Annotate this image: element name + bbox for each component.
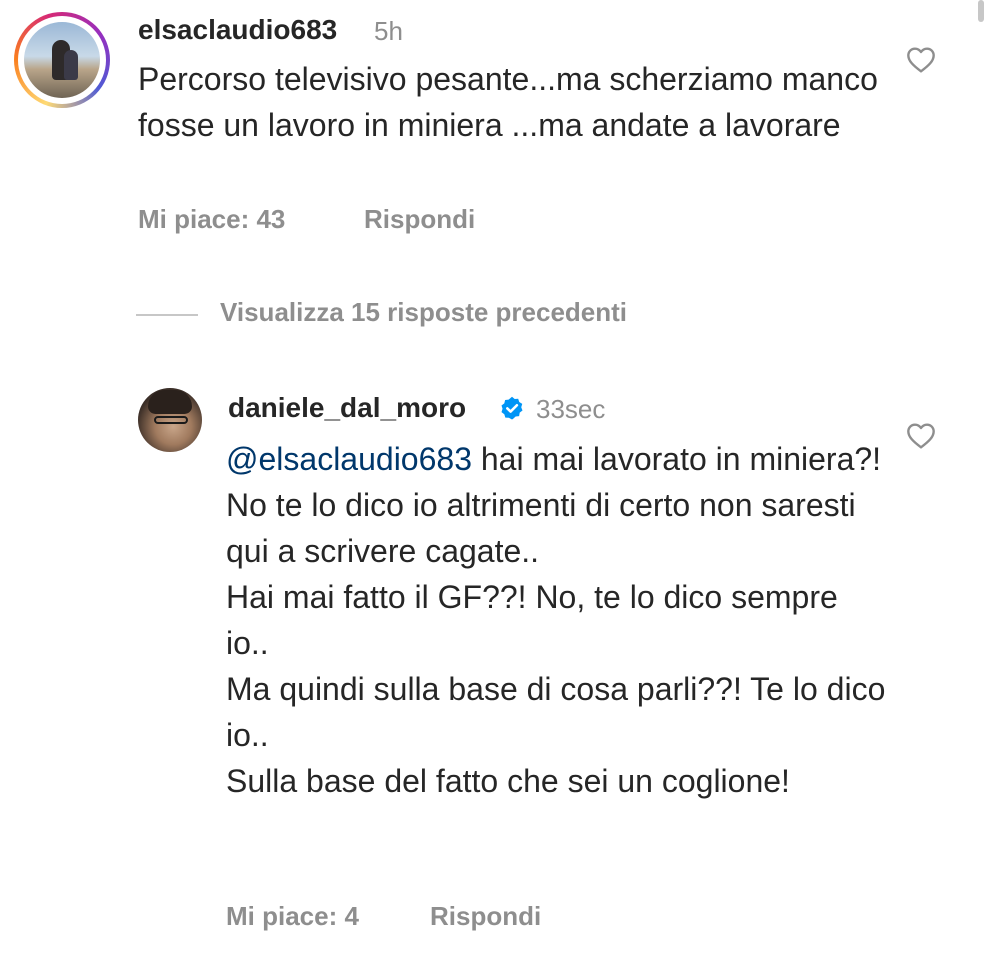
avatar-hair: [148, 390, 192, 414]
reply-button[interactable]: Rispondi: [430, 901, 541, 932]
comment-text: Percorso televisivo pesante...ma scherzi…: [138, 61, 878, 143]
comments-thread: elsaclaudio683 5h Percorso televisivo pe…: [0, 0, 998, 978]
avatar-ring-inner: [18, 16, 106, 104]
verified-badge-icon: [501, 396, 523, 420]
likes-count[interactable]: Mi piace: 43: [138, 204, 285, 235]
comment-username[interactable]: elsaclaudio683: [138, 14, 337, 46]
comment-timestamp: 5h: [374, 16, 403, 46]
avatar-glasses: [154, 416, 188, 424]
heart-icon[interactable]: [904, 420, 938, 452]
comment-paragraph: @elsaclaudio683 hai mai lavorato in mini…: [226, 436, 886, 574]
avatar-figure: [64, 50, 78, 80]
comment-text: @elsaclaudio683 hai mai lavorato in mini…: [226, 436, 886, 804]
comment-username[interactable]: daniele_dal_moro: [228, 392, 466, 424]
comment-paragraph: Ma quindi sulla base di cosa parli??! Te…: [226, 671, 886, 753]
likes-count[interactable]: Mi piace: 4: [226, 901, 359, 932]
mention-link[interactable]: @elsaclaudio683: [226, 441, 472, 477]
comment-paragraph: Hai mai fatto il GF??! No, te lo dico se…: [226, 579, 838, 661]
scrollbar[interactable]: [978, 0, 984, 22]
view-previous-replies-button[interactable]: Visualizza 15 risposte precedenti: [220, 297, 627, 328]
avatar[interactable]: [138, 388, 202, 452]
heart-icon[interactable]: [904, 44, 938, 76]
comment-timestamp: 33sec: [536, 394, 606, 424]
avatar-story-ring[interactable]: [14, 12, 110, 108]
replies-divider: [136, 314, 198, 316]
comment-paragraph: Sulla base del fatto che sei un coglione…: [226, 763, 790, 799]
avatar[interactable]: [24, 22, 100, 98]
reply-button[interactable]: Rispondi: [364, 204, 475, 235]
